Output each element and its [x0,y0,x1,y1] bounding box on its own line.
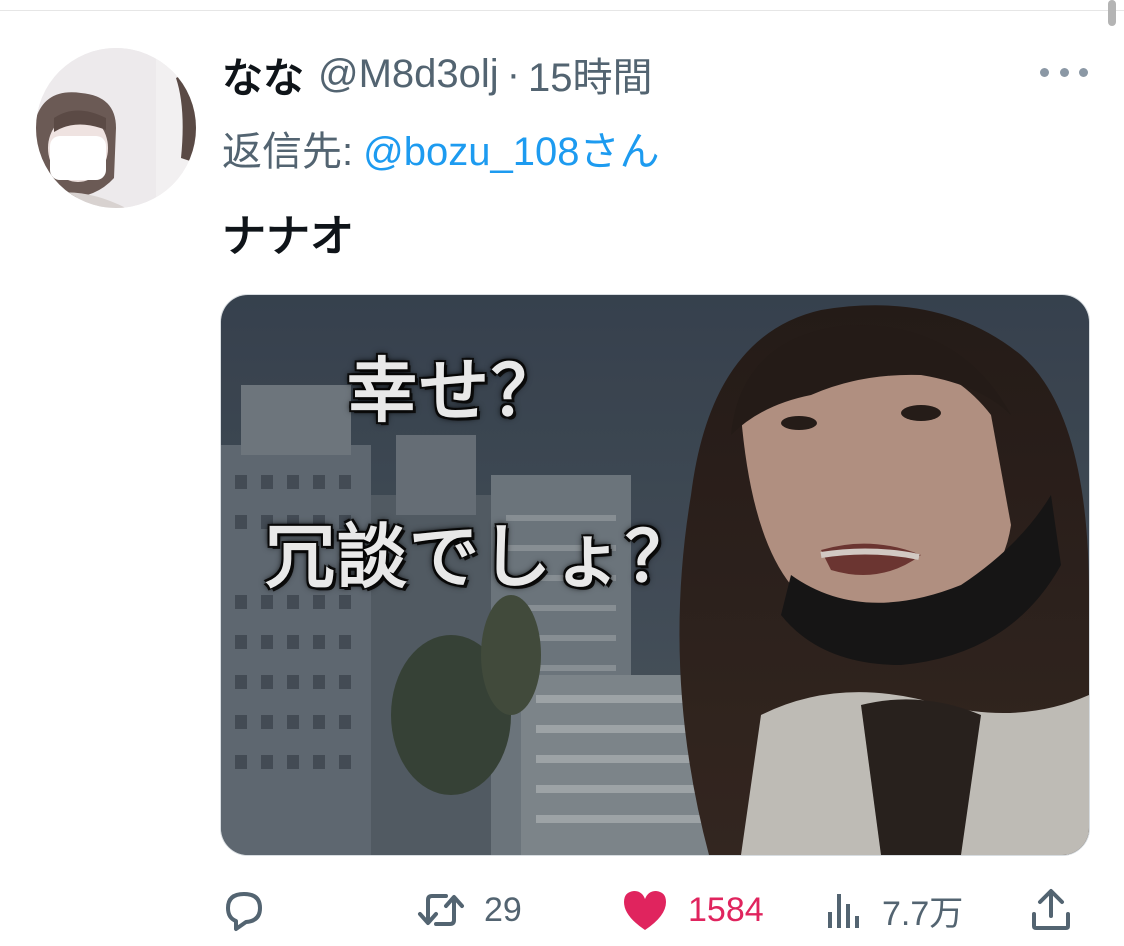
tweet-action-bar: 29 1584 7.7万 [220,880,1088,940]
media-caption-line-1: 幸せ？ [347,350,563,432]
media-caption-line-2: 冗談でしょ？ [265,516,697,598]
like-count: 1584 [688,890,764,929]
tweet-media-image[interactable]: 幸せ？ 冗談でしょ？ [220,294,1090,856]
scrollbar-thumb[interactable] [1108,0,1116,26]
avatar[interactable] [36,48,196,208]
share-button[interactable] [1028,880,1074,940]
top-divider [0,10,1124,11]
comment-icon [220,886,268,934]
views-bar-chart-icon [824,886,864,934]
tweet-header: なな @M8d3olj · 15時間 [222,44,653,104]
retweet-icon [416,886,466,934]
reply-to-mention[interactable]: @bozu_108さん [363,119,659,177]
display-name[interactable]: なな [222,44,304,104]
tweet-text: ナナオ [222,212,354,261]
more-options-icon[interactable] [1040,58,1088,86]
heart-icon [620,886,670,934]
reply-to-label: 返信先: [222,130,354,174]
like-button[interactable]: 1584 [620,880,764,940]
tweet-time[interactable]: 15時間 [528,45,653,103]
user-handle[interactable]: @M8d3olj [318,52,499,97]
reply-button[interactable] [220,880,268,940]
retweet-button[interactable]: 29 [416,880,522,940]
reply-to-line: 返信先: @bozu_108さん [222,118,659,178]
views-count: 7.7万 [882,894,964,933]
separator-dot: · [506,51,521,96]
views-button[interactable]: 7.7万 [824,880,963,940]
share-upload-icon [1028,886,1074,934]
retweet-count: 29 [484,890,522,929]
